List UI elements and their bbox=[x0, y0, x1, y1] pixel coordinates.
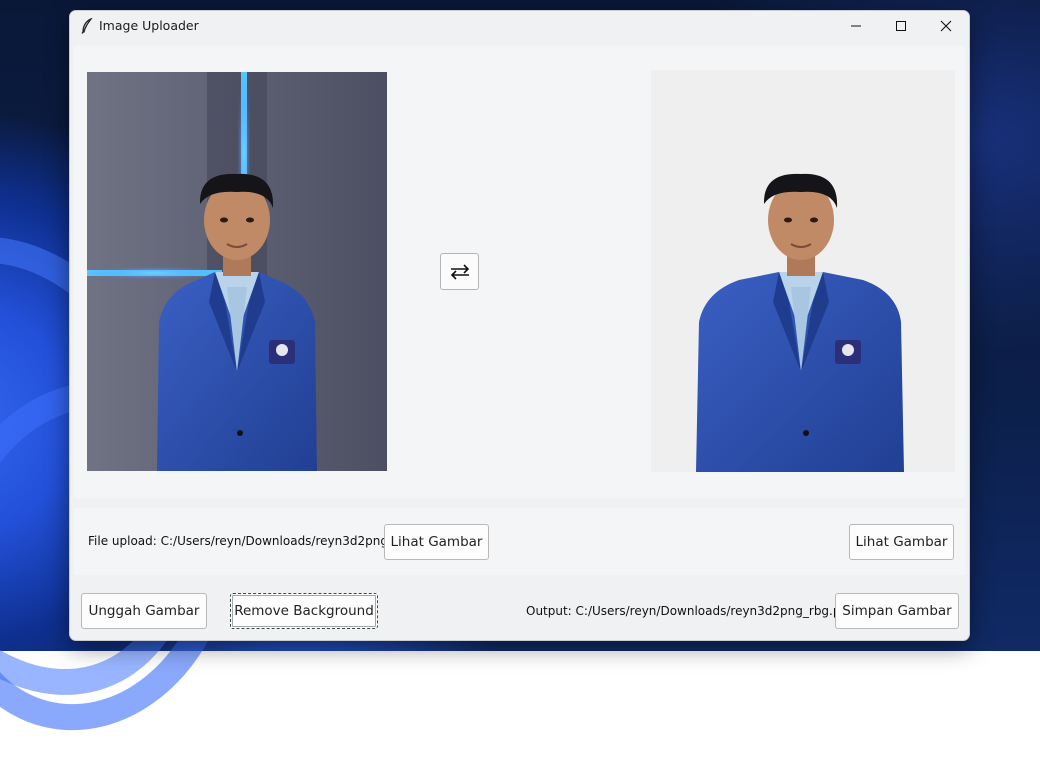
swap-arrows-icon bbox=[450, 263, 469, 280]
minimize-button[interactable] bbox=[833, 11, 879, 41]
window-title: Image Uploader bbox=[99, 18, 199, 33]
original-image-preview bbox=[87, 72, 387, 471]
feather-icon bbox=[81, 18, 93, 34]
title-bar[interactable]: Image Uploader bbox=[70, 11, 969, 41]
minimize-icon bbox=[851, 25, 861, 27]
view-original-button[interactable]: Lihat Gambar bbox=[384, 524, 489, 560]
swap-button[interactable] bbox=[440, 253, 479, 290]
action-bar: Unggah Gambar Remove Background Output: … bbox=[74, 577, 965, 635]
remove-background-button[interactable]: Remove Background bbox=[230, 593, 378, 629]
original-portrait-image bbox=[87, 72, 387, 471]
close-icon bbox=[940, 20, 952, 32]
maximize-icon bbox=[896, 21, 906, 31]
close-button[interactable] bbox=[923, 11, 969, 41]
save-image-button[interactable]: Simpan Gambar bbox=[835, 593, 959, 629]
maximize-button[interactable] bbox=[878, 11, 924, 41]
view-result-button[interactable]: Lihat Gambar bbox=[849, 524, 954, 560]
file-upload-path: File upload: C:/Users/reyn/Downloads/rey… bbox=[88, 534, 415, 548]
result-image-preview bbox=[651, 70, 955, 472]
upload-image-button[interactable]: Unggah Gambar bbox=[81, 593, 207, 629]
output-path: Output: C:/Users/reyn/Downloads/reyn3d2p… bbox=[526, 604, 856, 618]
upload-info-bar: File upload: C:/Users/reyn/Downloads/rey… bbox=[74, 508, 965, 575]
app-window: Image Uploader File upload: C:/Users/rey… bbox=[69, 10, 970, 641]
background-removed-image bbox=[651, 70, 955, 472]
preview-panel bbox=[74, 46, 965, 498]
